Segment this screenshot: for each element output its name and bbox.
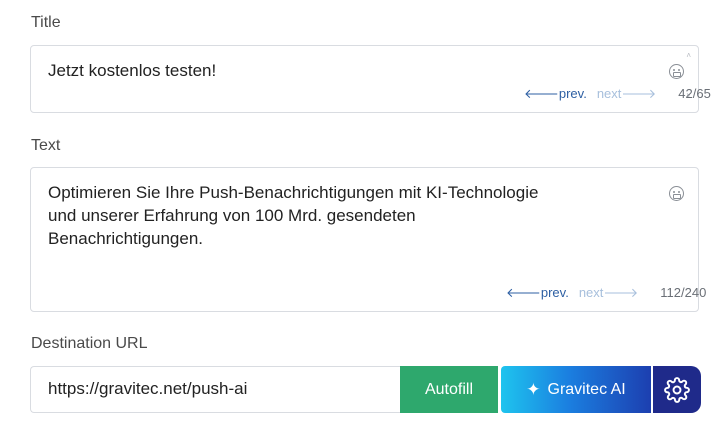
title-input-value[interactable]: Jetzt kostenlos testen! bbox=[48, 59, 216, 82]
settings-button[interactable] bbox=[653, 366, 701, 413]
emoji-icon[interactable] bbox=[669, 186, 684, 201]
title-field[interactable]: Jetzt kostenlos testen! ˄ ˅ 🡐prev. next🡒 42… bbox=[30, 45, 711, 113]
destination-url-value[interactable]: https://gravitec.net/push-ai bbox=[48, 379, 247, 399]
text-line: Benachrichtigungen. bbox=[48, 229, 204, 248]
title-label: Title bbox=[31, 14, 61, 31]
title-prev-link[interactable]: 🡐prev. bbox=[524, 86, 587, 101]
destination-url-label: Destination URL bbox=[31, 335, 148, 352]
text-line: Optimieren Sie Ihre Push-Benachrichtigun… bbox=[48, 183, 539, 202]
autofill-button[interactable]: Autofill bbox=[400, 366, 498, 413]
text-prev-link[interactable]: 🡐prev. bbox=[506, 285, 569, 300]
destination-url-input[interactable]: https://gravitec.net/push-ai bbox=[30, 366, 401, 413]
gravitec-ai-label: Gravitec AI bbox=[547, 380, 626, 398]
gear-icon bbox=[664, 376, 690, 403]
text-char-counter: 112/240 bbox=[660, 285, 707, 300]
text-line: und unserer Erfahrung von 100 Mrd. gesen… bbox=[48, 206, 416, 225]
text-counter-row: 🡐prev. next🡒 112/240 bbox=[506, 285, 706, 301]
sparkle-icon: ✦ bbox=[526, 379, 541, 399]
text-label: Text bbox=[31, 137, 61, 154]
gravitec-ai-button[interactable]: ✦ Gravitec AI bbox=[501, 366, 651, 413]
title-counter-row: 🡐prev. next🡒 42/65 bbox=[524, 86, 711, 102]
emoji-icon[interactable] bbox=[669, 64, 684, 79]
title-next-link[interactable]: next🡒 bbox=[597, 86, 656, 101]
text-next-link[interactable]: next🡒 bbox=[579, 285, 638, 300]
text-textarea-value[interactable]: Optimieren Sie Ihre Push-Benachrichtigun… bbox=[48, 181, 538, 250]
text-field[interactable]: Optimieren Sie Ihre Push-Benachrichtigun… bbox=[30, 167, 706, 312]
title-char-counter: 42/65 bbox=[678, 86, 711, 101]
